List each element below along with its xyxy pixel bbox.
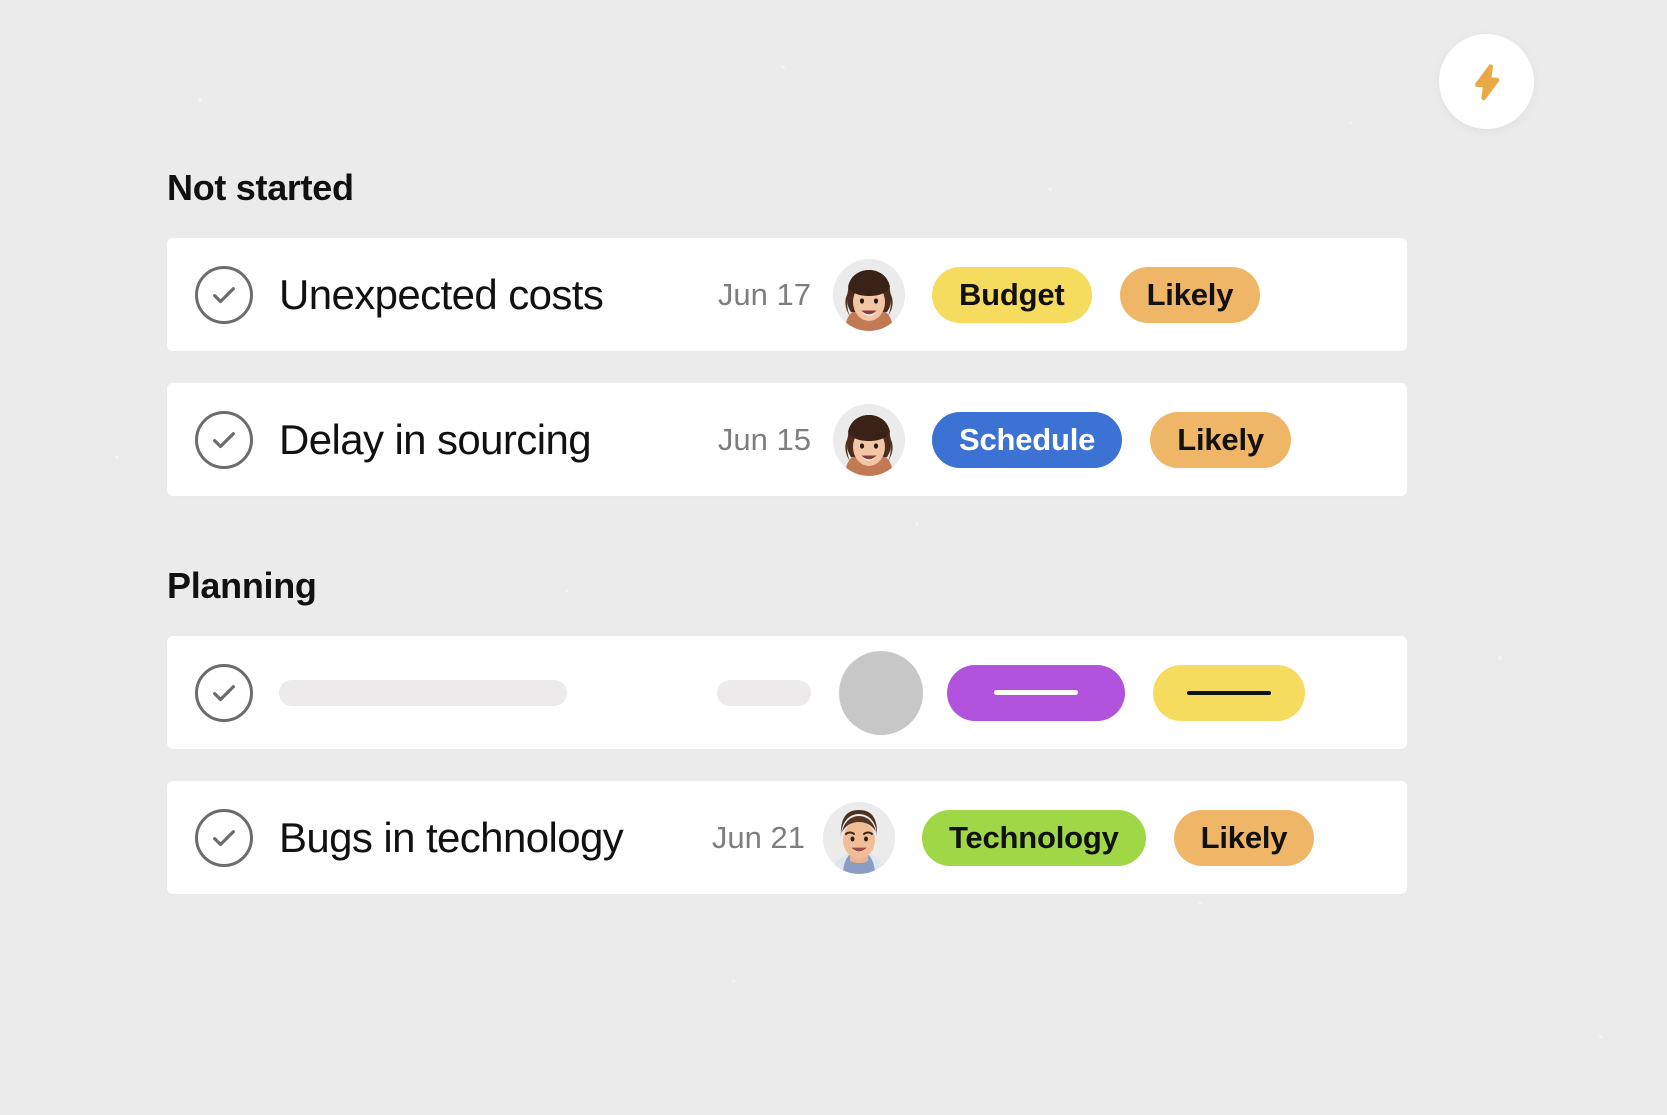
task-likelihood-tag[interactable]: Likely [1173,809,1315,866]
circle-check-icon[interactable] [195,663,253,722]
group-planning: Planning Bugs in technology Jun 21 Techn… [167,568,1407,894]
task-due-date: Jun 17 [717,277,811,312]
avatar-placeholder [839,650,923,735]
task-likelihood-tag-placeholder[interactable] [1153,664,1305,721]
task-title-placeholder [279,679,679,706]
task-likelihood-tag[interactable]: Likely [1119,266,1261,323]
task-likelihood-tag[interactable]: Likely [1150,411,1291,468]
task-title: Unexpected costs [279,270,604,318]
task-row-placeholder[interactable] [167,636,1407,749]
task-row[interactable]: Delay in sourcing Jun 15 Schedule Likely [167,383,1407,496]
circle-check-icon[interactable] [195,410,253,469]
group-title: Planning [167,565,317,606]
group-not-started: Not started Unexpected costs Jun 17 Budg… [167,170,1407,496]
task-tag[interactable]: Budget [932,266,1092,323]
avatar [833,258,905,331]
circle-check-icon[interactable] [195,808,253,867]
tag-label-placeholder [994,690,1078,695]
group-title: Not started [167,167,354,208]
avatar [833,403,905,476]
lightning-bolt-icon [1468,63,1506,101]
circle-check-icon[interactable] [195,265,253,324]
task-title: Delay in sourcing [279,415,592,463]
lightning-bolt-button[interactable] [1439,34,1534,129]
task-tag-placeholder[interactable] [947,664,1125,721]
task-title: Bugs in technology [279,813,624,861]
task-row[interactable]: Unexpected costs Jun 17 Budget Likely [167,238,1407,351]
task-tag[interactable]: Technology [922,809,1146,866]
tag-label-placeholder [1187,690,1271,695]
task-row[interactable]: Bugs in technology Jun 21 Technology Lik… [167,781,1407,894]
task-date-placeholder [679,679,811,706]
avatar [823,801,895,874]
task-due-date: Jun 21 [711,820,805,855]
task-tag[interactable]: Schedule [932,411,1123,468]
task-due-date: Jun 15 [717,422,811,457]
